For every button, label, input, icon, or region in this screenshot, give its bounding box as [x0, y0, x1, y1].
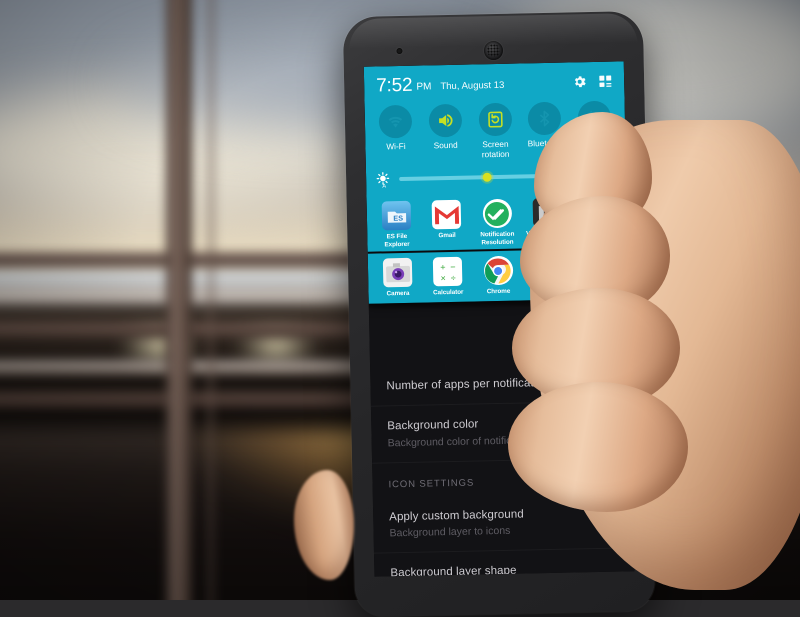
brightness-auto-icon: A: [375, 171, 392, 189]
toggle-sound[interactable]: Sound: [421, 103, 469, 161]
brightness-value: 5: [586, 169, 594, 182]
app-label: Volume button: [526, 229, 570, 238]
toggle-bluetooth[interactable]: Bluetooth: [521, 101, 569, 159]
brightness-slider[interactable]: [399, 172, 579, 182]
clock-time: 7:52: [375, 74, 413, 97]
setting-title: Background color: [387, 418, 479, 433]
toggle-screen-rotation[interactable]: Screen rotation: [471, 102, 519, 160]
chrome-icon: [483, 255, 513, 286]
earpiece-speaker-icon: [483, 40, 504, 61]
setting-subtitle: Background layer to icons: [389, 525, 511, 540]
quick-toggle-row: Wi-Fi Sound Screen rotation Bluetooth Mo…: [365, 96, 626, 164]
app-google-play-developer[interactable]: G Google Play Developer: [574, 196, 622, 244]
section-header-icon-settings: ICON SETTINGS: [388, 477, 475, 491]
gmail-icon: [431, 199, 462, 230]
svg-text:−: −: [450, 262, 455, 272]
app-calculator[interactable]: + − × ÷ Calculator: [424, 256, 472, 298]
app-label: Gmail: [438, 231, 456, 240]
calculator-icon: + − × ÷: [433, 256, 463, 287]
app-label: Camera: [386, 290, 410, 298]
svg-text:A: A: [382, 183, 386, 188]
notification-shade: 7:52 PM Thu, August 13 Wi-Fi Sound Scree…: [363, 61, 629, 311]
wifi-icon: [378, 104, 413, 139]
svg-text:G: G: [593, 207, 602, 219]
date-label: Thu, August 13: [440, 79, 505, 93]
toggle-mobile-data[interactable]: Mobile data: [571, 100, 619, 157]
checkbox-apply-custom-background[interactable]: [600, 512, 618, 530]
setting-subtitle: Background color of notification: [387, 434, 535, 450]
notification-check-icon: [482, 198, 512, 229]
phone-screen: Number of apps per notification Backgrou…: [363, 61, 635, 577]
svg-text:×: ×: [440, 273, 445, 283]
auto-brightness-toggle[interactable]: Auto: [601, 162, 618, 187]
toggle-label: Screen rotation: [481, 138, 510, 159]
toggle-label: Bluetooth: [527, 137, 563, 149]
app-gmail[interactable]: Gmail: [423, 199, 471, 248]
setting-row-background-layer-shape[interactable]: Background layer shape Select the layer …: [373, 548, 635, 577]
app-label: Notification Resolution: [480, 230, 515, 246]
notification-app-row-1: ES ES File Explorer Gmail Notification R…: [367, 192, 628, 252]
gear-icon[interactable]: [572, 74, 587, 89]
app-label: Gallery: [588, 285, 610, 294]
contact-avatar-icon: [533, 254, 564, 285]
app-label: Chrome: [486, 287, 511, 296]
bluetooth-icon: [527, 101, 562, 136]
setting-title: Number of apps per notification: [386, 376, 550, 393]
gallery-icon: [583, 253, 614, 284]
app-label: Google Play Developer: [579, 228, 616, 244]
screen-rotation-icon: [478, 102, 512, 137]
toggle-label: Mobile data: [573, 136, 617, 148]
status-bar: 7:52 PM Thu, August 13: [364, 61, 625, 101]
app-chrome[interactable]: Chrome: [474, 255, 522, 297]
sound-icon: [428, 103, 463, 138]
app-label: Calculator: [433, 288, 464, 297]
app-gallery[interactable]: Gallery: [575, 253, 623, 295]
slider-thumb[interactable]: [482, 172, 492, 182]
setting-row-background-color[interactable]: Background color Background color of not…: [370, 401, 633, 464]
toggle-wifi[interactable]: Wi-Fi: [372, 104, 420, 162]
google-play-developer-icon: G: [582, 196, 613, 227]
smartphone: Number of apps per notification Backgrou…: [342, 10, 656, 617]
app-notification-resolution[interactable]: Notification Resolution: [473, 198, 521, 247]
svg-text:ES: ES: [393, 213, 403, 222]
svg-text:÷: ÷: [450, 273, 455, 283]
app-camera[interactable]: Camera: [374, 257, 422, 299]
app-label: Peppa: [539, 286, 559, 295]
mobile-data-icon: [577, 100, 612, 135]
es-file-explorer-icon: ES: [381, 200, 412, 231]
clock-ampm: PM: [416, 81, 432, 93]
quick-settings-edit-icon[interactable]: [598, 74, 613, 89]
app-volume-button[interactable]: Volume button: [523, 197, 571, 246]
camera-icon: [382, 257, 413, 288]
toggle-label: Sound: [433, 139, 458, 151]
setting-title: Apply custom background: [389, 508, 524, 524]
auto-brightness-checkbox[interactable]: [602, 162, 617, 177]
setting-row-apps-per-notification[interactable]: Number of apps per notification: [370, 361, 631, 408]
setting-row-apply-custom-background[interactable]: Apply custom background Background layer…: [372, 492, 634, 555]
svg-text:+: +: [440, 262, 445, 272]
app-label: ES File Explorer: [384, 232, 410, 248]
app-contact-peppa[interactable]: Peppa: [525, 254, 573, 296]
auto-brightness-label: Auto: [601, 177, 618, 187]
toggle-label: Wi-Fi: [386, 140, 406, 152]
brightness-control: A 5 Auto: [366, 159, 627, 197]
setting-title: Background layer shape: [390, 565, 517, 577]
volume-button-icon: [532, 197, 562, 228]
notification-app-row-2: Camera + − × ÷ Calculator Chrome Peppa G…: [367, 246, 629, 302]
front-camera-icon: [396, 47, 403, 55]
app-es-file-explorer[interactable]: ES ES File Explorer: [373, 200, 421, 249]
